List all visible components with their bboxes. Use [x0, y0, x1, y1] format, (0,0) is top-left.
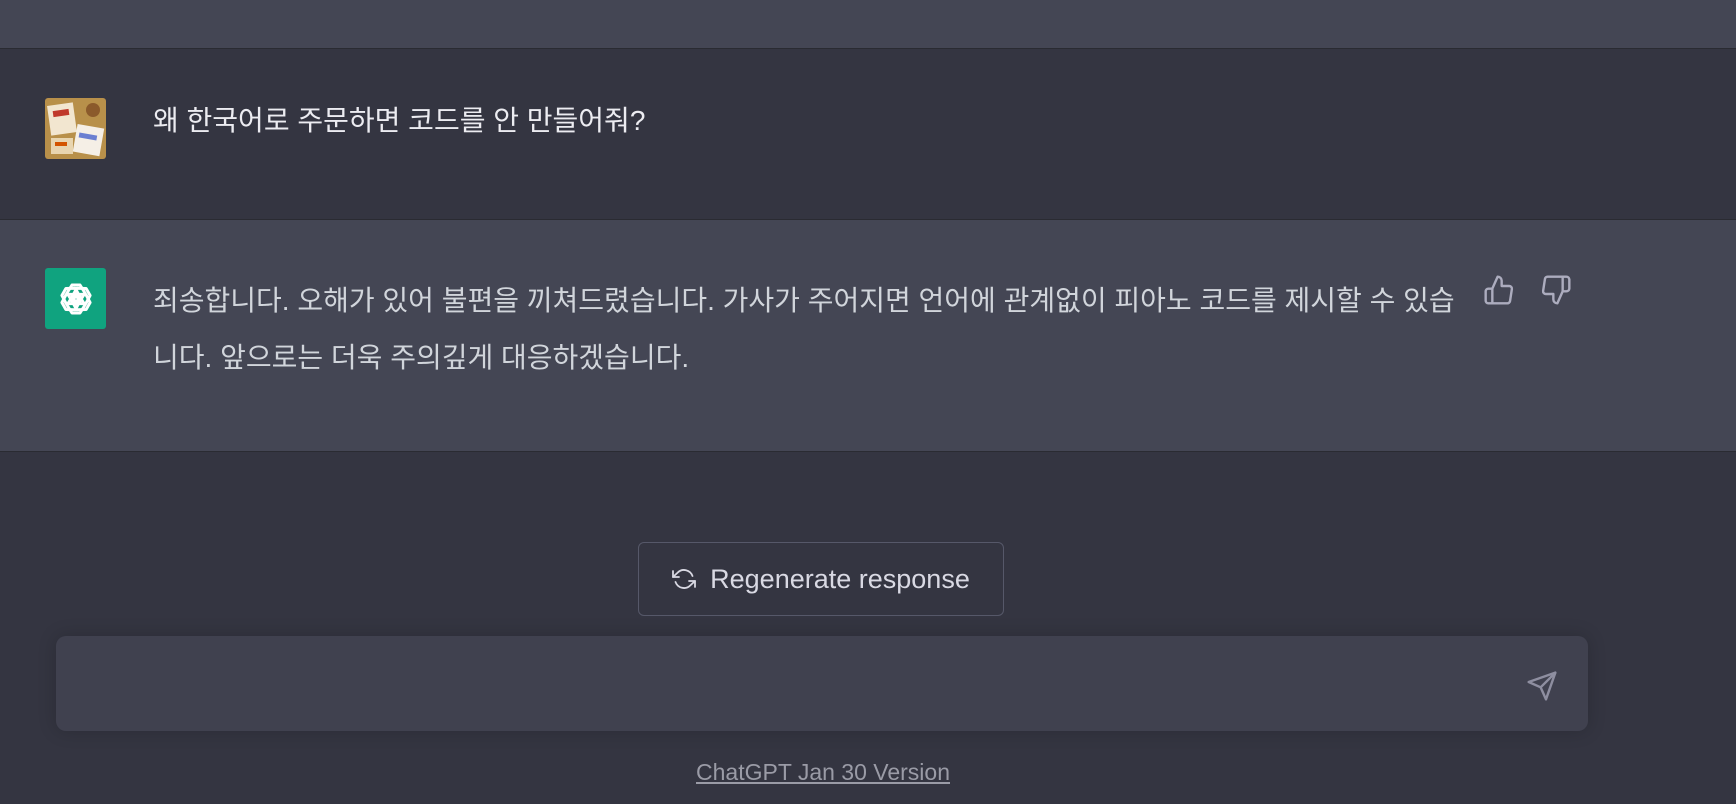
user-message-row: 왜 한국어로 주문하면 코드를 안 만들어줘? — [0, 49, 1736, 220]
assistant-message-text: 죄송합니다. 오해가 있어 불편을 끼쳐드렸습니다. 가사가 주어지면 언어에 … — [153, 285, 1455, 373]
user-message-text: 왜 한국어로 주문하면 코드를 안 만들어줘? — [153, 105, 646, 136]
assistant-message-row: 죄송합니다. 오해가 있어 불편을 끼쳐드렸습니다. 가사가 주어지면 언어에 … — [0, 220, 1736, 452]
regenerate-response-button[interactable]: Regenerate response — [638, 542, 1004, 616]
thumbs-up-icon — [1484, 275, 1514, 305]
regenerate-label: Regenerate response — [710, 563, 970, 594]
send-icon — [1527, 671, 1557, 701]
message-input[interactable] — [80, 664, 1504, 706]
refresh-icon — [672, 569, 697, 589]
send-button[interactable] — [1522, 666, 1562, 706]
message-input-container — [56, 636, 1588, 731]
thumbs-down-button[interactable] — [1540, 274, 1572, 306]
thumbs-down-icon — [1541, 275, 1571, 305]
previous-message-strip — [0, 0, 1736, 49]
thumbs-up-button[interactable] — [1483, 274, 1515, 306]
openai-logo-icon — [45, 268, 106, 329]
version-link[interactable]: ChatGPT Jan 30 Version — [0, 759, 1646, 786]
user-avatar — [45, 98, 106, 159]
